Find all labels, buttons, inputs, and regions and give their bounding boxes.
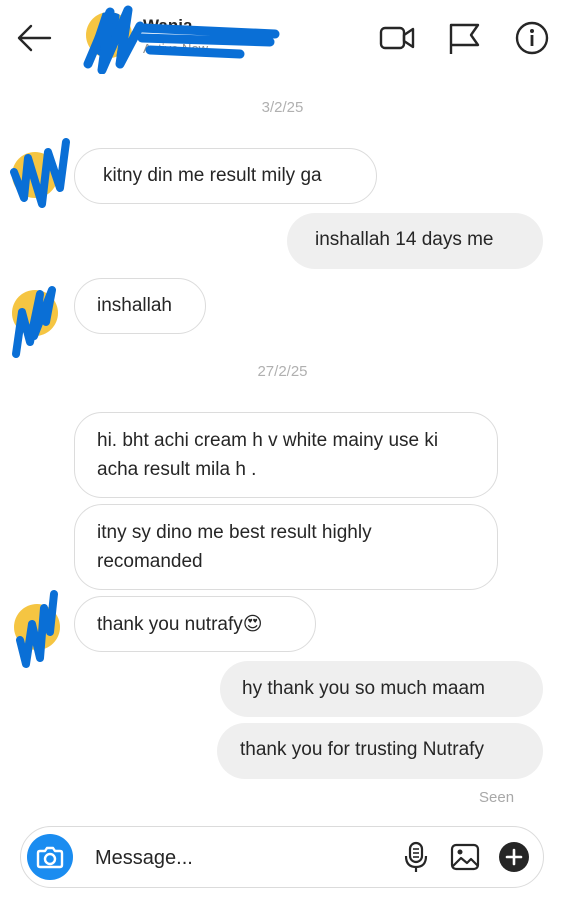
camera-icon[interactable]	[27, 834, 73, 880]
incoming-message[interactable]: inshallah	[74, 278, 206, 334]
incoming-message[interactable]: itny sy dino me best result highly recom…	[74, 504, 498, 590]
plus-icon[interactable]	[497, 840, 531, 874]
microphone-icon[interactable]	[399, 840, 433, 874]
sender-avatar[interactable]	[14, 590, 60, 668]
incoming-message[interactable]: kitny din me result mily ga	[74, 148, 377, 204]
date-separator: 27/2/25	[257, 363, 308, 380]
incoming-message[interactable]: hi. bht achi cream h v white mainy use k…	[74, 412, 498, 498]
message-input[interactable]	[93, 837, 387, 879]
message-composer	[20, 826, 544, 888]
outgoing-message[interactable]: thank you for trusting Nutrafy	[217, 723, 543, 779]
outgoing-message[interactable]: hy thank you so much maam	[220, 661, 543, 717]
gallery-icon[interactable]	[448, 840, 482, 874]
redaction-scribble	[83, 5, 280, 74]
chat-header: Wania Active Now	[0, 0, 565, 76]
date-separator: 3/2/25	[261, 99, 304, 116]
flag-icon[interactable]	[447, 20, 483, 56]
back-arrow-icon[interactable]	[14, 20, 54, 56]
seen-indicator: Seen	[479, 789, 515, 806]
info-icon[interactable]	[514, 20, 550, 56]
sender-avatar[interactable]	[12, 286, 58, 358]
video-camera-icon[interactable]	[379, 20, 415, 56]
sender-avatar[interactable]	[10, 138, 70, 208]
incoming-message[interactable]: thank you nutrafy😍	[74, 596, 316, 652]
outgoing-message[interactable]: inshallah 14 days me	[287, 213, 543, 269]
